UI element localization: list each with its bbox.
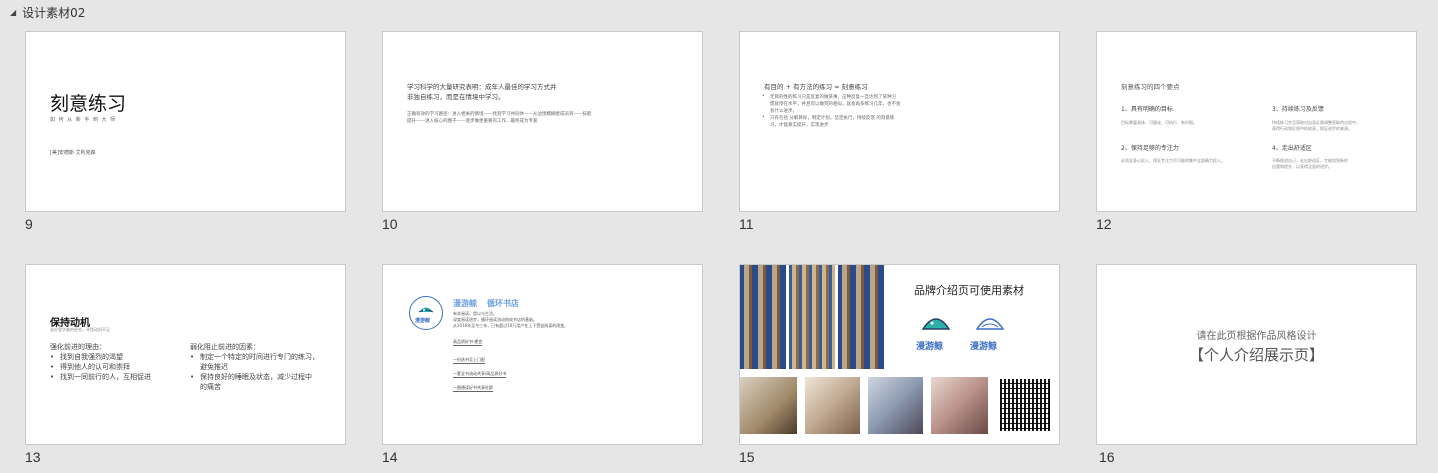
- slide-thumbnail-14[interactable]: 漫游鲸 漫游鲸 循环书店 有关阅读，是以与生活。 深度阅读进步，循环阅读流动构成…: [382, 264, 703, 445]
- slide-heading: 有目的 + 有方法的练习 = 刻意练习: [764, 83, 868, 91]
- slide-body-2: 提升——进入核心的圈子——逐步做更重要的工作，最终成为专家: [407, 119, 538, 124]
- reading-photo: [931, 377, 988, 434]
- slide-number: 9: [25, 216, 33, 232]
- slide-line-2: 非独自练习，而是在情境中学习。: [407, 93, 505, 101]
- slide-bullet: 惯就停在水平，并且可以做到的相似，就会再多练习几年，也不会: [770, 102, 901, 107]
- slide-subtitle: 走好登学者的经验，寻找动机不足: [50, 327, 110, 332]
- right-item: 的痛苦: [200, 383, 221, 391]
- slide-line-1: 学习科学的大量研究表明：成年人最佳的学习方式并: [407, 83, 557, 91]
- slide-thumbnail-11[interactable]: 有目的 + 有方法的练习 = 刻意练习 • 无目的性的练习只是反复的做某事，这种…: [739, 31, 1060, 212]
- list-item: 高品质好书·便宜: [453, 339, 483, 346]
- section-title: 设计素材02: [22, 5, 86, 20]
- bullet-dot-icon: •: [50, 373, 55, 381]
- slide-number: 13: [25, 449, 41, 465]
- slide-heading: 刻意练习的四个要点: [1121, 83, 1180, 91]
- point-body: 目标需要具体、可量化、可执行、有时限。: [1121, 120, 1197, 125]
- bullet-dot-icon: •: [50, 353, 55, 361]
- left-item: 找到自我强烈的渴望: [60, 353, 123, 361]
- collapse-triangle-icon[interactable]: ◢: [10, 8, 16, 17]
- slide-title: 刻意练习: [50, 93, 127, 115]
- slide-author: [美]安德斯·艾利克森: [50, 150, 96, 156]
- right-heading: 弱化阻止前进的因素：: [190, 343, 260, 351]
- slide-subtitle: 如 何 从 新 手 到 大 师: [50, 117, 117, 123]
- bullet-dot-icon: •: [190, 353, 195, 361]
- brand-logo-icon: 漫游鲸: [409, 296, 443, 330]
- point-title: 3、持续练习及反馈: [1272, 106, 1324, 113]
- bullet-dot-icon: •: [762, 94, 765, 99]
- right-item: 制定一个特定的时间进行专门的练习，: [200, 353, 319, 361]
- point-title: 4、走出舒适区: [1272, 145, 1312, 152]
- slide-thumbnail-10[interactable]: 学习科学的大量研究表明：成年人最佳的学习方式并 非独自练习，而是在情境中学习。 …: [382, 31, 703, 212]
- slide-body-1: 正确有效的学习路径：进入相关的情境——找到学习共同体——从边围模糊者成员到——技…: [407, 112, 592, 117]
- slide-thumbnail-16[interactable]: 请在此页根据作品风格设计 【个人介绍展示页】: [1096, 264, 1417, 445]
- point-body: 获得行动和反馈中的收获，保证进步的来源。: [1272, 126, 1352, 131]
- point-title: 1、具有明确的目标: [1121, 106, 1173, 113]
- slide-bullet: 只有包括 分解目标，制定计划，坚定执行，持续反馈 的刻意练: [770, 116, 895, 121]
- list-item: 一份选书至上门配: [453, 357, 485, 364]
- brand-logo-icon: [919, 309, 953, 337]
- logo-text: 漫游鲸: [415, 318, 431, 324]
- slide-bullet: 有什么进步。: [770, 109, 797, 114]
- bullet-dot-icon: •: [190, 373, 195, 381]
- bullet-dot-icon: •: [50, 363, 55, 371]
- slide-number: 14: [382, 449, 398, 465]
- slide-number: 12: [1096, 216, 1112, 232]
- slide-number: 15: [739, 449, 755, 465]
- bullet-dot-icon: •: [762, 115, 765, 120]
- point-body: 自我和提升，以获得全面的进步。: [1272, 164, 1332, 169]
- intro-line: 从2016年至今三年，已有超过10万用户在上下受益阅读的改变。: [453, 323, 569, 328]
- left-heading: 强化前进的理由：: [50, 343, 106, 351]
- point-body: 必须全身心投入，保证专注力尽可能的集中全部精力投入。: [1121, 158, 1225, 163]
- bookshelf-photo: [838, 265, 884, 369]
- slide-number: 16: [1099, 449, 1115, 465]
- slide-number: 11: [739, 216, 754, 232]
- right-item: 避免推迟: [200, 363, 228, 371]
- reading-photo: [740, 377, 797, 434]
- books-photo: [805, 377, 860, 434]
- list-item: 一图想读好书共享社群: [453, 385, 493, 392]
- left-item: 找到一同前行的人，互相促进: [60, 373, 151, 381]
- left-item: 得到他人的认可和崇拜: [60, 363, 130, 371]
- section-header[interactable]: ◢ 设计素材02: [10, 4, 85, 20]
- logo-text: 漫游鲸: [970, 342, 998, 352]
- list-item: 一套全书流动共享/高品质好书: [453, 371, 507, 378]
- brand-name: 漫游鲸: [453, 299, 477, 308]
- slide-number: 10: [382, 216, 398, 232]
- qr-code-icon: [1000, 379, 1050, 431]
- slide-thumbnail-9[interactable]: 刻意练习 如 何 从 新 手 到 大 师 [美]安德斯·艾利克森: [25, 31, 346, 212]
- store-name: 循环书店: [487, 299, 519, 308]
- books-photo: [868, 377, 923, 434]
- slide-thumbnail-12[interactable]: 刻意练习的四个要点 1、具有明确的目标 目标需要具体、可量化、可执行、有时限。 …: [1096, 31, 1417, 212]
- right-item: 保持良好的睡眠及状态，减少过程中: [200, 373, 312, 381]
- slide-title: 品牌介绍页可使用素材: [914, 284, 1024, 297]
- slide-thumbnail-15[interactable]: 品牌介绍页可使用素材 漫游鲸 漫游鲸: [739, 264, 1060, 445]
- brand-logo-outline-icon: [973, 309, 1007, 337]
- slide-bullet: 无目的性的练习只是反复的做某事，这种反复一旦达到了某种习: [770, 95, 896, 100]
- placeholder-line-2: 【个人介绍展示页】: [1188, 346, 1324, 364]
- bookshelf-photo: [789, 265, 835, 369]
- point-title: 2、保持足够的专注力: [1121, 145, 1179, 152]
- slide-thumbnail-13[interactable]: 保持动机 走好登学者的经验，寻找动机不足 强化前进的理由： • 找到自我强烈的渴…: [25, 264, 346, 445]
- slide-bullet: 习，才能真实提升，实现进步: [770, 123, 829, 128]
- bookshelf-photo: [740, 265, 786, 369]
- logo-text: 漫游鲸: [916, 342, 944, 352]
- placeholder-line-1: 请在此页根据作品风格设计: [1196, 331, 1317, 342]
